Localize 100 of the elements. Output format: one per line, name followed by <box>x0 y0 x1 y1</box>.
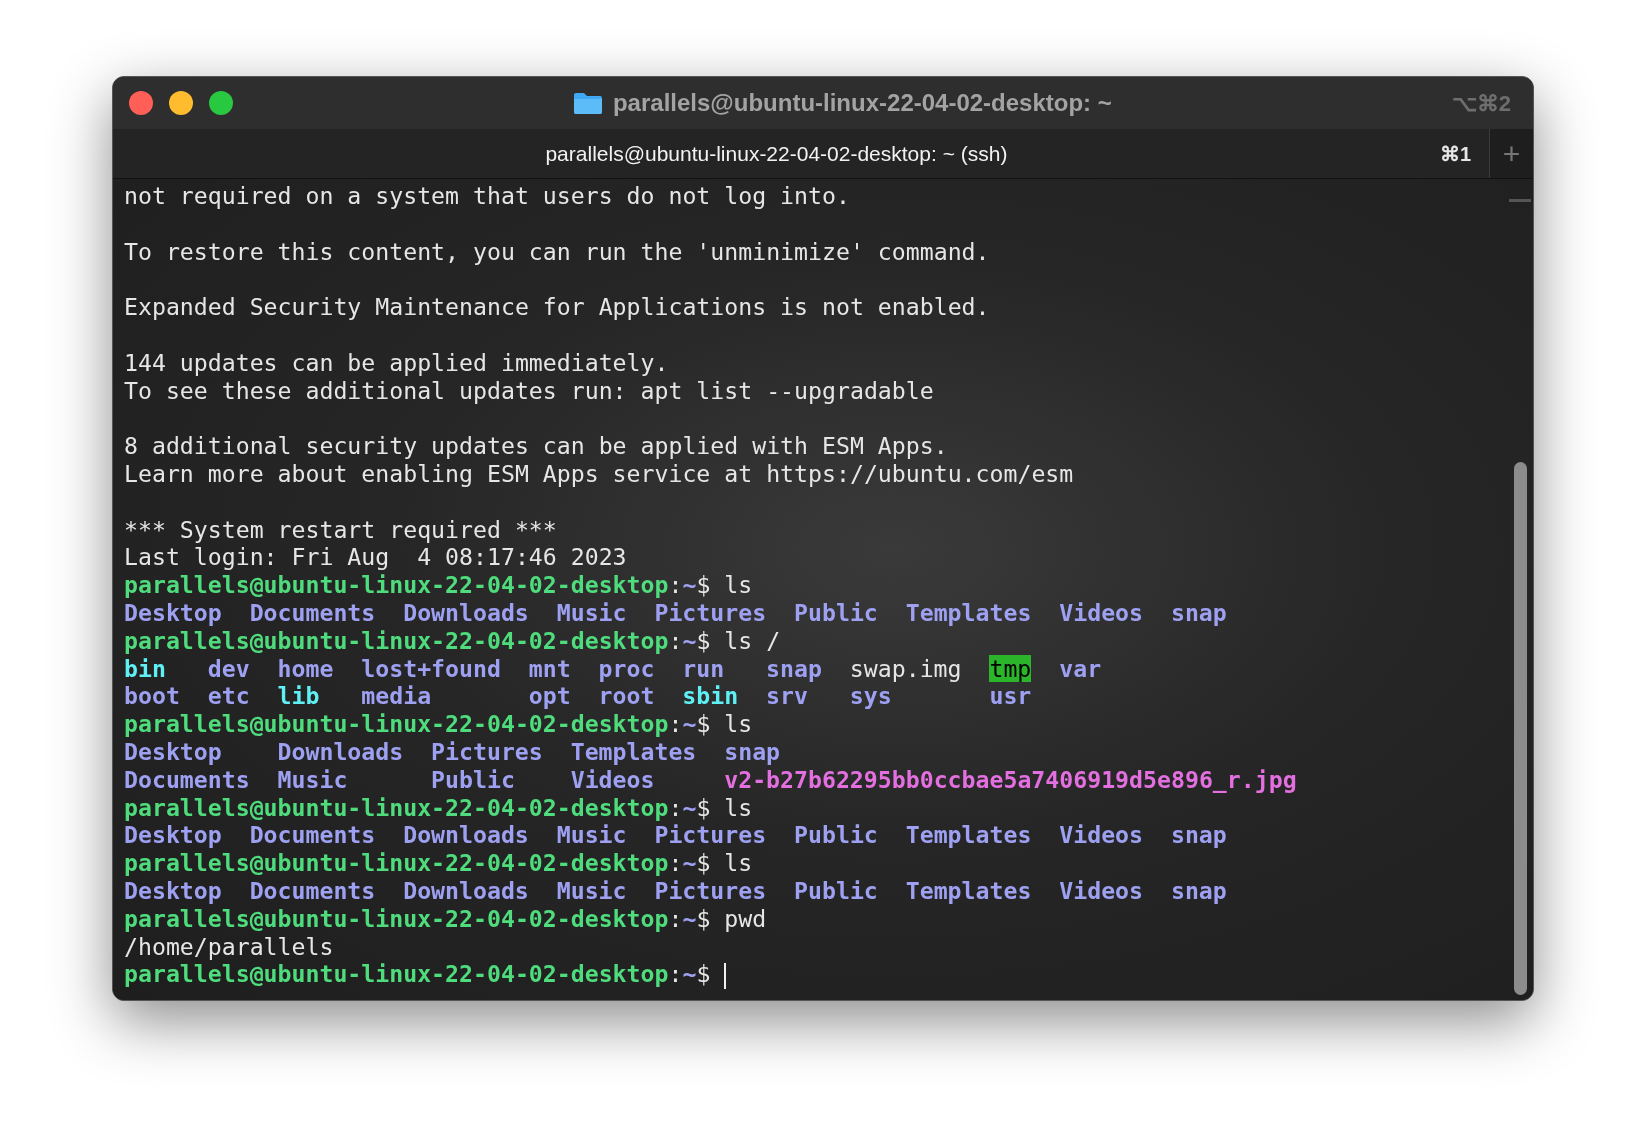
tab-label: parallels@ubuntu-linux-22-04-02-desktop: ~ (ssh) <box>544 140 1009 167</box>
image-file-name: v2-b27b62295bb0ccbae5a7406919d5e896_r.jpg <box>724 765 1297 794</box>
directory-name: sys <box>849 682 892 711</box>
directory-name: run <box>682 654 725 683</box>
directory-name: Videos <box>1059 876 1144 905</box>
directory-name: Videos <box>1059 821 1144 850</box>
directory-name: var <box>1059 654 1102 683</box>
directory-name: media <box>361 682 432 711</box>
directory-name: opt <box>528 682 571 711</box>
directory-name: Pictures <box>654 598 767 627</box>
prompt-path: ~ <box>682 793 697 821</box>
folder-icon <box>572 91 603 115</box>
directory-name: Templates <box>905 821 1032 850</box>
output-line: *** System restart required *** <box>124 515 557 543</box>
minimize-button[interactable] <box>169 91 193 115</box>
directory-name: Templates <box>905 598 1032 627</box>
output-line: 8 additional security updates can be applied with ESM Apps. <box>124 432 948 460</box>
output-line: To see these additional updates run: apt list --upgradable <box>124 376 934 404</box>
prompt-separator: : <box>668 849 683 877</box>
directory-name: Downloads <box>403 876 529 905</box>
directory-name: Public <box>794 876 878 905</box>
prompt-sigil: $ <box>696 571 711 599</box>
directory-name: Templates <box>905 876 1032 905</box>
output-line: /home/parallels <box>124 932 334 960</box>
command-text: ls <box>724 571 753 599</box>
close-button[interactable] <box>129 91 153 115</box>
directory-name: snap <box>766 654 822 683</box>
prompt-separator: : <box>668 710 683 738</box>
directory-name: Videos <box>570 765 655 794</box>
directory-name: Music <box>556 876 627 905</box>
prompt-separator: : <box>668 904 683 932</box>
directory-name: Desktop <box>124 821 222 850</box>
prompt-sigil: $ <box>696 710 711 738</box>
prompt-separator: : <box>668 571 683 599</box>
directory-name: Music <box>556 821 627 850</box>
prompt-host: parallels@ubuntu-linux-22-04-02-desktop <box>124 571 669 599</box>
link-name: lib <box>277 682 320 711</box>
prompt-sigil: $ <box>696 626 711 654</box>
directory-name: proc <box>598 654 655 683</box>
prompt-host: parallels@ubuntu-linux-22-04-02-desktop <box>124 904 669 932</box>
directory-name: Music <box>556 598 627 627</box>
prompt-path: ~ <box>682 849 697 877</box>
command-text: pwd <box>724 904 767 932</box>
directory-name: Desktop <box>124 737 222 766</box>
new-tab-button[interactable]: + <box>1489 129 1533 178</box>
prompt-host: parallels@ubuntu-linux-22-04-02-desktop <box>124 960 669 988</box>
command-text: ls / <box>724 626 781 654</box>
prompt-path: ~ <box>682 571 697 599</box>
directory-name: Pictures <box>654 876 767 905</box>
prompt-host: parallels@ubuntu-linux-22-04-02-desktop <box>124 849 669 877</box>
directory-name: Documents <box>249 598 376 627</box>
prompt-host: parallels@ubuntu-linux-22-04-02-desktop <box>124 710 669 738</box>
directory-name: Pictures <box>431 737 543 766</box>
directory-name: Downloads <box>277 737 404 766</box>
directory-name: Downloads <box>403 598 529 627</box>
prompt-host: parallels@ubuntu-linux-22-04-02-desktop <box>124 793 669 821</box>
window-title: parallels@ubuntu-linux-22-04-02-desktop: ~ <box>612 88 1112 118</box>
directory-name: Music <box>277 765 348 794</box>
directory-name: Public <box>431 765 515 794</box>
tab-shortcut: ⌘1 <box>1439 141 1472 167</box>
directory-name: Public <box>794 598 878 627</box>
prompt-sigil: $ <box>696 793 711 821</box>
directory-name: tmp <box>989 654 1032 683</box>
command-text: ls <box>724 710 753 738</box>
scrollbar-thumb[interactable] <box>1514 462 1527 995</box>
directory-name: Templates <box>570 737 697 766</box>
directory-name: root <box>598 682 655 711</box>
prompt-path: ~ <box>682 710 697 738</box>
link-name: sbin <box>682 682 739 711</box>
prompt-separator: : <box>668 960 683 988</box>
prompt-sigil: $ <box>696 960 711 988</box>
directory-name: mnt <box>528 654 571 683</box>
prompt-sigil: $ <box>696 849 711 877</box>
directory-name: Desktop <box>124 598 222 627</box>
output-line: Learn more about enabling ESM Apps service at https://ubuntu.com/esm <box>124 459 1074 487</box>
prompt-host: parallels@ubuntu-linux-22-04-02-desktop <box>124 626 669 654</box>
directory-name: snap <box>1170 598 1227 627</box>
window-shortcut: ⌥⌘2 <box>1451 89 1512 118</box>
directory-name: Documents <box>249 821 376 850</box>
directory-name: snap <box>1170 876 1227 905</box>
zoom-button[interactable] <box>209 91 233 115</box>
directory-name: boot <box>124 682 180 711</box>
directory-name: Documents <box>249 876 376 905</box>
directory-name: etc <box>207 682 250 711</box>
command-text: ls <box>724 793 753 821</box>
prompt-path: ~ <box>682 626 697 654</box>
prompt-path: ~ <box>682 904 697 932</box>
directory-name: lost+found <box>361 654 501 683</box>
output-line: Last login: Fri Aug 4 08:17:46 2023 <box>124 543 627 571</box>
prompt-separator: : <box>668 793 683 821</box>
directory-name: srv <box>766 682 808 711</box>
directory-name: usr <box>989 682 1032 711</box>
directory-name: snap <box>1170 821 1227 850</box>
directory-name: snap <box>724 737 781 766</box>
output-line: Expanded Security Maintenance for Applications is not enabled. <box>124 293 990 321</box>
directory-name: Public <box>794 821 878 850</box>
directory-name: Pictures <box>654 821 767 850</box>
output-line: not required on a system that users do not log into. <box>124 182 850 209</box>
directory-name: Downloads <box>403 821 529 850</box>
prompt-path: ~ <box>682 960 697 988</box>
